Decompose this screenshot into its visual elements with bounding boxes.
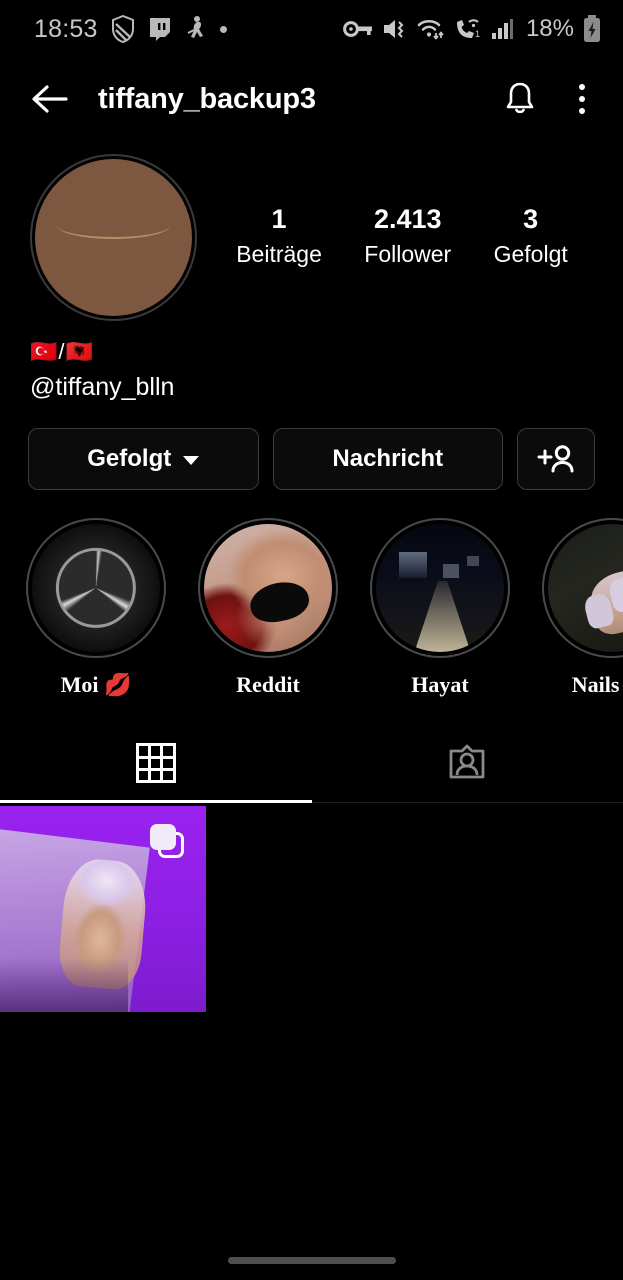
- svg-text:1: 1: [475, 29, 480, 39]
- story-highlights: Moi 💋 Reddit Hayat Nails 💅: [0, 490, 623, 698]
- active-tab-underline: [0, 800, 312, 804]
- status-bar: 18:53 1 18%: [0, 0, 623, 58]
- profile-actions: Gefolgt Nachricht: [0, 406, 623, 491]
- signal-bars-icon: [491, 19, 513, 39]
- tab-tagged[interactable]: [312, 724, 623, 802]
- page-title: tiffany_backup3: [98, 82, 316, 115]
- highlight-ring: [26, 518, 166, 659]
- person-dance-icon: [187, 16, 203, 38]
- highlight-item[interactable]: Reddit: [198, 518, 338, 698]
- status-time: 18:53: [34, 14, 98, 43]
- highlight-label: Moi 💋: [60, 672, 132, 698]
- twitch-icon: [149, 18, 170, 41]
- dot-icon: [219, 25, 227, 33]
- bio-flags: 🇹🇷/🇦🇱: [30, 339, 94, 364]
- profile-stats: 1 Beiträge 2.413 Follower 3 Gefolgt: [197, 203, 593, 271]
- tagged-person-icon: [449, 744, 485, 779]
- vpn-key-icon: [343, 21, 372, 37]
- stat-followers-label: Follower: [364, 241, 452, 268]
- bio-handle: @tiffany_blln: [30, 372, 175, 401]
- arrow-left-icon[interactable]: [28, 77, 72, 121]
- chevron-down-icon: [183, 455, 200, 465]
- posts-grid: [0, 806, 623, 1012]
- avatar-image: [35, 159, 192, 316]
- highlight-thumbnail: [548, 524, 623, 653]
- highlight-thumbnail: [32, 524, 160, 653]
- highlight-item[interactable]: Nails 💅: [542, 518, 623, 698]
- wifi-icon: [417, 19, 444, 40]
- shield-icon: [111, 15, 134, 43]
- status-bar-left: 18:53: [34, 15, 227, 44]
- grid-icon: [135, 743, 176, 784]
- more-vertical-icon[interactable]: [567, 80, 597, 118]
- stat-followers-value: 2.413: [373, 204, 442, 235]
- profile-header: tiffany_backup3: [0, 58, 623, 140]
- following-button-label: Gefolgt: [87, 445, 172, 473]
- header-actions: [501, 80, 597, 118]
- profile-tabs: [0, 724, 623, 804]
- highlight-thumbnail: [204, 524, 332, 653]
- highlight-thumbnail: [376, 524, 504, 653]
- message-button[interactable]: Nachricht: [272, 428, 503, 491]
- highlight-label: Hayat: [411, 672, 469, 698]
- profile-summary: 1 Beiträge 2.413 Follower 3 Gefolgt: [0, 140, 623, 321]
- highlight-ring: [370, 518, 510, 659]
- stat-posts-value: 1: [271, 204, 287, 235]
- bell-icon[interactable]: [501, 80, 539, 118]
- following-button[interactable]: Gefolgt: [28, 428, 259, 491]
- stat-following[interactable]: 3 Gefolgt: [494, 203, 568, 271]
- highlight-ring: [198, 518, 338, 659]
- person-add-icon: [537, 445, 574, 473]
- carousel-icon: [149, 824, 184, 859]
- highlight-item[interactable]: Hayat: [370, 518, 510, 698]
- highlight-ring: [542, 518, 623, 659]
- stat-following-label: Gefolgt: [493, 241, 568, 268]
- highlight-label: Nails 💅: [571, 672, 623, 698]
- battery-percent-label: 18%: [525, 15, 574, 42]
- wifi-calling-icon: 1: [456, 19, 480, 39]
- volume-mute-icon: [383, 20, 404, 38]
- add-person-button[interactable]: [517, 428, 595, 491]
- status-bar-right: 1 18%: [343, 15, 601, 43]
- stat-posts[interactable]: 1 Beiträge: [236, 203, 322, 271]
- post-image-shadow: [0, 958, 128, 1012]
- stat-following-value: 3: [523, 204, 539, 235]
- message-button-label: Nachricht: [332, 445, 444, 473]
- post-thumbnail[interactable]: [0, 806, 206, 1012]
- profile-bio: 🇹🇷/🇦🇱 @tiffany_blln: [0, 321, 623, 406]
- instagram-profile-screen: 18:53 1 18% tiffany_backup3 1 Beiträge 2…: [0, 0, 623, 1280]
- highlight-item[interactable]: Moi 💋: [26, 518, 166, 698]
- stat-followers[interactable]: 2.413 Follower: [364, 203, 451, 271]
- battery-charging-icon: [584, 15, 600, 42]
- highlight-label: Reddit: [236, 672, 300, 698]
- avatar[interactable]: [30, 154, 197, 321]
- tab-grid[interactable]: [0, 724, 312, 802]
- stat-posts-label: Beiträge: [236, 241, 322, 268]
- gesture-nav-bar[interactable]: [227, 1257, 396, 1264]
